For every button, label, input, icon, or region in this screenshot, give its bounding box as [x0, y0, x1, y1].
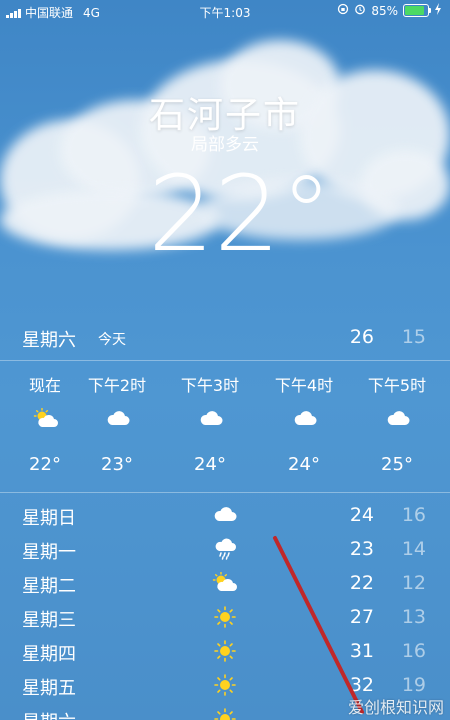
weather-screen: 中国联通 4G 下午1:03 85% 石河子市 局部多云 22° 星期六 今天 … [0, 0, 450, 720]
sun-icon [212, 606, 238, 628]
daily-low: 16 [401, 640, 426, 662]
cloud-icon [198, 408, 224, 430]
daily-high: 24 [349, 504, 374, 526]
daily-day: 星期四 [22, 644, 76, 665]
cloud-icon [212, 504, 238, 526]
daily-high: 31 [349, 640, 374, 662]
hour-temperature: 24° [194, 454, 226, 475]
today-high: 26 [349, 326, 374, 348]
daily-day: 星期一 [22, 542, 76, 563]
daily-day: 星期三 [22, 610, 76, 631]
daily-low: 14 [401, 538, 426, 560]
hourly-forecast[interactable]: 现在 22° 下午2时 23° 下午3时 24° 下午4时 24° 下午5时 2… [0, 362, 450, 490]
status-bar: 中国联通 4G 下午1:03 85% [0, 0, 450, 24]
hour-label: 下午5时 [367, 376, 427, 395]
daily-row: 星期二 22 12 [0, 566, 450, 600]
daily-low: 12 [401, 572, 426, 594]
today-low: 15 [401, 326, 426, 348]
cloud-icon [292, 408, 318, 430]
daily-day: 星期日 [22, 508, 76, 529]
hour-label: 下午4时 [274, 376, 334, 395]
daily-day: 星期六 [22, 708, 76, 720]
daily-row: 星期日 24 16 [0, 498, 450, 532]
sun-icon [212, 674, 238, 696]
daily-row: 星期四 31 16 [0, 634, 450, 668]
hour-label: 下午3时 [180, 376, 240, 395]
watermark: 爱创根知识网 [347, 698, 444, 717]
daily-high: 27 [349, 606, 374, 628]
daily-day: 星期二 [22, 576, 76, 597]
daily-low: 13 [401, 606, 426, 628]
today-day: 星期六 [22, 330, 76, 351]
today-summary-row: 星期六 今天 26 15 [0, 318, 450, 358]
alarm-icon [354, 3, 366, 18]
hour-label: 下午2时 [87, 376, 147, 395]
hour-temperature: 25° [381, 454, 413, 475]
daily-low: 16 [401, 504, 426, 526]
cloud-icon [385, 408, 411, 430]
hour-temperature: 24° [288, 454, 320, 475]
today-label: 今天 [98, 332, 126, 348]
orientation-lock-icon [337, 3, 349, 18]
charging-icon [434, 3, 442, 18]
daily-high: 22 [349, 572, 374, 594]
cloud-icon [105, 408, 131, 430]
daily-high: 23 [349, 538, 374, 560]
daily-row: 星期一 23 14 [0, 532, 450, 566]
partly-cloudy-icon [33, 407, 59, 430]
battery-icon [403, 4, 431, 17]
daily-row: 星期三 27 13 [0, 600, 450, 634]
partly-cloudy-icon [212, 571, 238, 594]
divider [0, 360, 450, 361]
rain-icon [212, 538, 238, 560]
divider [0, 492, 450, 493]
hour-temperature: 23° [101, 454, 133, 475]
current-condition: 局部多云 [191, 135, 259, 155]
current-temperature: 22° [148, 153, 333, 275]
sun-icon [212, 708, 238, 720]
battery-percentage: 85% [371, 3, 398, 18]
daily-low: 19 [401, 674, 426, 696]
daily-high: 32 [349, 674, 374, 696]
daily-day: 星期五 [22, 678, 76, 699]
sun-icon [212, 640, 238, 662]
